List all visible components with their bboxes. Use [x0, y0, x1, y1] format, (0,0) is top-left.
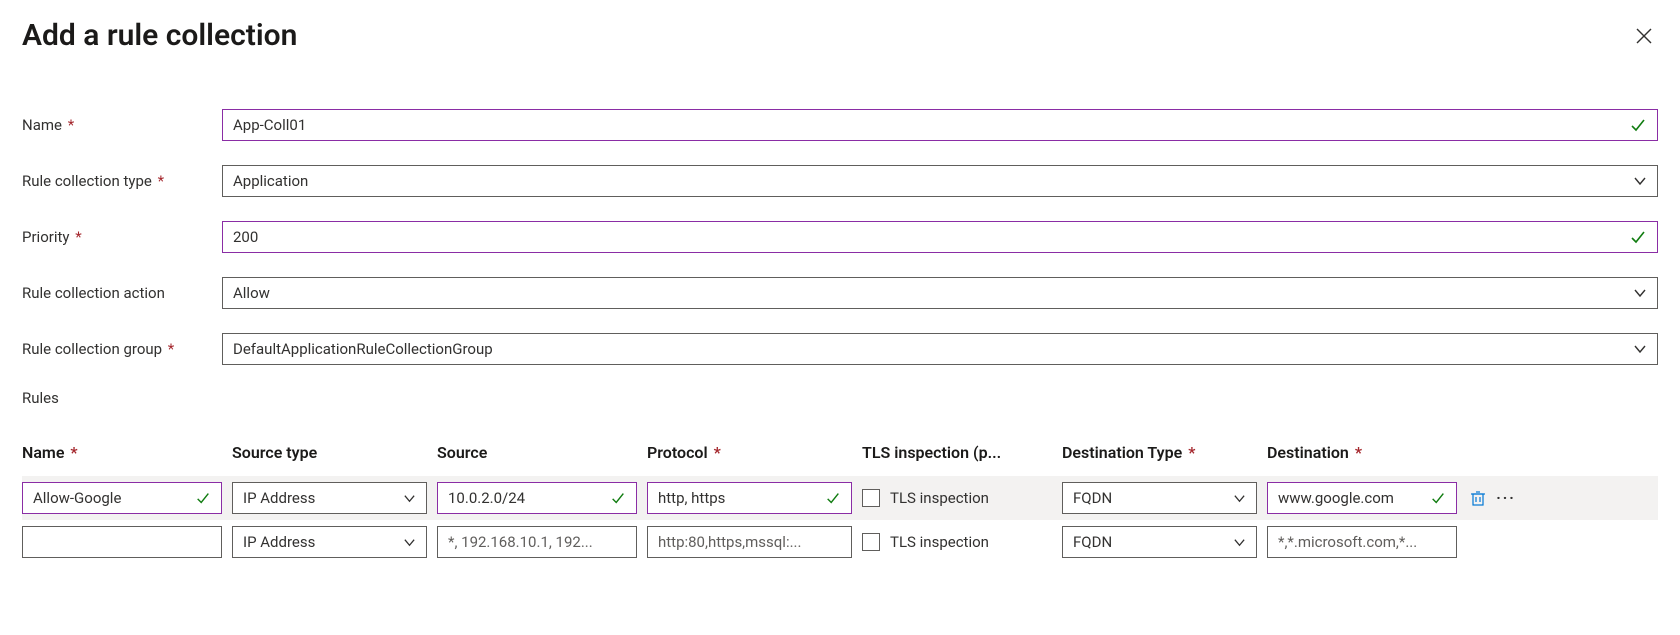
- close-icon: [1634, 26, 1654, 46]
- rules-table-header: Name * Source type Source Protocol * TLS…: [22, 443, 1658, 462]
- group-label: Rule collection group *: [22, 340, 222, 358]
- column-destination-type: Destination Type *: [1062, 443, 1267, 462]
- more-actions-button[interactable]: ···: [1495, 487, 1517, 509]
- rule-tls-checkbox[interactable]: TLS inspection: [862, 533, 989, 551]
- panel-header: Add a rule collection: [22, 18, 1658, 53]
- rule-tls-checkbox[interactable]: TLS inspection: [862, 489, 989, 507]
- rule-source-input[interactable]: 10.0.2.0/24: [437, 482, 637, 514]
- name-input[interactable]: App-Coll01: [222, 109, 1658, 141]
- type-label: Rule collection type *: [22, 172, 222, 190]
- column-name: Name *: [22, 443, 232, 462]
- checkmark-icon: [195, 490, 211, 506]
- add-rule-collection-panel: Add a rule collection Name * App-Coll01: [0, 0, 1680, 586]
- checkbox-icon: [862, 533, 880, 551]
- rule-protocol-input[interactable]: http, https: [647, 482, 852, 514]
- rule-destination-input[interactable]: *,*.microsoft.com,*...: [1267, 526, 1457, 558]
- action-label: Rule collection action: [22, 284, 222, 302]
- column-protocol: Protocol *: [647, 443, 862, 462]
- type-select[interactable]: Application: [222, 165, 1658, 197]
- rule-row: IP Address *, 192.168.10.1, 192... http:…: [22, 520, 1658, 564]
- rule-row: Allow-Google IP Address 10.0.2.0/24: [22, 476, 1658, 520]
- chevron-down-icon: [1633, 342, 1647, 356]
- chevron-down-icon: [1633, 286, 1647, 300]
- priority-label: Priority *: [22, 228, 222, 246]
- rule-destination-type-select[interactable]: FQDN: [1062, 526, 1257, 558]
- rule-name-input[interactable]: [22, 526, 222, 558]
- rule-source-type-select[interactable]: IP Address: [232, 482, 427, 514]
- required-marker: *: [168, 340, 174, 358]
- action-select[interactable]: Allow: [222, 277, 1658, 309]
- chevron-down-icon: [403, 492, 416, 505]
- required-marker: *: [158, 172, 164, 190]
- column-destination: Destination *: [1267, 443, 1467, 462]
- rules-section-label: Rules: [22, 389, 1658, 407]
- name-label: Name *: [22, 116, 222, 134]
- ellipsis-icon: ···: [1496, 489, 1516, 507]
- checkmark-icon: [1430, 490, 1446, 506]
- rule-source-type-select[interactable]: IP Address: [232, 526, 427, 558]
- required-marker: *: [75, 228, 81, 246]
- form: Name * App-Coll01 Rule collection type *: [22, 109, 1658, 564]
- rule-destination-input[interactable]: www.google.com: [1267, 482, 1457, 514]
- column-source: Source: [437, 443, 647, 462]
- checkmark-icon: [1629, 116, 1647, 134]
- close-button[interactable]: [1630, 22, 1658, 50]
- field-priority: Priority * 200: [22, 221, 1658, 253]
- chevron-down-icon: [1233, 536, 1246, 549]
- field-action: Rule collection action Allow: [22, 277, 1658, 309]
- rule-name-input[interactable]: Allow-Google: [22, 482, 222, 514]
- checkbox-icon: [862, 489, 880, 507]
- chevron-down-icon: [1233, 492, 1246, 505]
- rule-source-input[interactable]: *, 192.168.10.1, 192...: [437, 526, 637, 558]
- checkmark-icon: [825, 490, 841, 506]
- chevron-down-icon: [403, 536, 416, 549]
- panel-title: Add a rule collection: [22, 18, 297, 53]
- column-tls: TLS inspection (p...: [862, 443, 1062, 462]
- required-marker: *: [68, 116, 74, 134]
- checkmark-icon: [610, 490, 626, 506]
- field-name: Name * App-Coll01: [22, 109, 1658, 141]
- column-source-type: Source type: [232, 443, 437, 462]
- field-group: Rule collection group * DefaultApplicati…: [22, 333, 1658, 365]
- chevron-down-icon: [1633, 174, 1647, 188]
- field-type: Rule collection type * Application: [22, 165, 1658, 197]
- checkmark-icon: [1629, 228, 1647, 246]
- rule-protocol-input[interactable]: http:80,https,mssql:...: [647, 526, 852, 558]
- priority-input[interactable]: 200: [222, 221, 1658, 253]
- rule-destination-type-select[interactable]: FQDN: [1062, 482, 1257, 514]
- group-select[interactable]: DefaultApplicationRuleCollectionGroup: [222, 333, 1658, 365]
- delete-rule-button[interactable]: [1467, 487, 1489, 509]
- trash-icon: [1469, 489, 1487, 507]
